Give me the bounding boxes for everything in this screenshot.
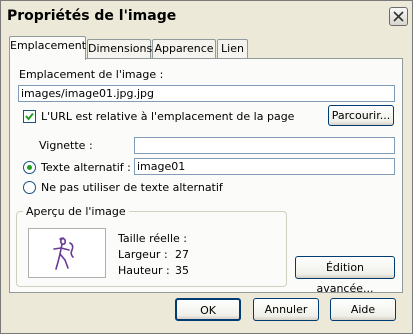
width-label: Largeur : [118,248,168,261]
close-icon [393,11,404,22]
tab-emplacement[interactable]: Emplacement [9,36,86,60]
thumbnail-label: Vignette : [39,139,93,152]
ok-label: OK [200,304,216,317]
advanced-edit-button[interactable]: Édition avancée... [295,256,395,295]
thumbnail-input[interactable] [134,137,395,154]
tab-label: Apparence [154,42,214,55]
dialog-title: Propriétés de l'image [7,8,177,24]
relative-url-checkbox[interactable] [23,110,36,123]
radio-selected-dot [27,165,32,170]
tab-label: Lien [221,42,244,55]
cancel-button[interactable]: Annuler [253,298,319,321]
tab-label: Dimensions [88,42,153,55]
help-label: Aide [350,303,376,316]
cancel-label: Annuler [264,303,308,316]
tab-lien[interactable]: Lien [217,39,248,58]
actual-size-heading: Taille réelle : [118,232,187,245]
check-icon [25,112,34,121]
title-bar: Propriétés de l'image [1,1,412,32]
preview-group-title: Aperçu de l'image [23,205,129,218]
advanced-edit-label: Édition avancée... [316,261,374,295]
tab-apparence[interactable]: Apparence [152,39,216,58]
tab-label: Emplacement [10,39,87,52]
help-button[interactable]: Aide [330,298,396,321]
width-value: 27 [175,248,189,261]
no-alt-text-radio[interactable] [23,181,36,194]
tab-dimensions[interactable]: Dimensions [87,39,153,58]
alt-text-input[interactable] [134,158,395,175]
height-value: 35 [175,264,189,277]
alt-text-label: Texte alternatif : [41,161,131,174]
ok-button[interactable]: OK [175,298,241,321]
alt-text-radio[interactable] [23,161,36,174]
height-label: Hauteur : [118,264,170,277]
image-location-input[interactable] [18,85,395,102]
no-alt-text-label: Ne pas utiliser de texte alternatif [41,181,223,194]
browse-button[interactable]: Parcourir... [328,105,394,126]
image-properties-dialog: Propriétés de l'image Emplacement Dimens… [0,0,413,334]
browse-label: Parcourir... [331,109,391,122]
relative-url-label: L'URL est relative à l'emplacement de la… [41,110,295,123]
image-thumbnail [53,237,74,270]
image-preview [28,228,106,278]
image-location-label: Emplacement de l'image : [19,68,164,81]
close-button[interactable] [389,7,408,26]
